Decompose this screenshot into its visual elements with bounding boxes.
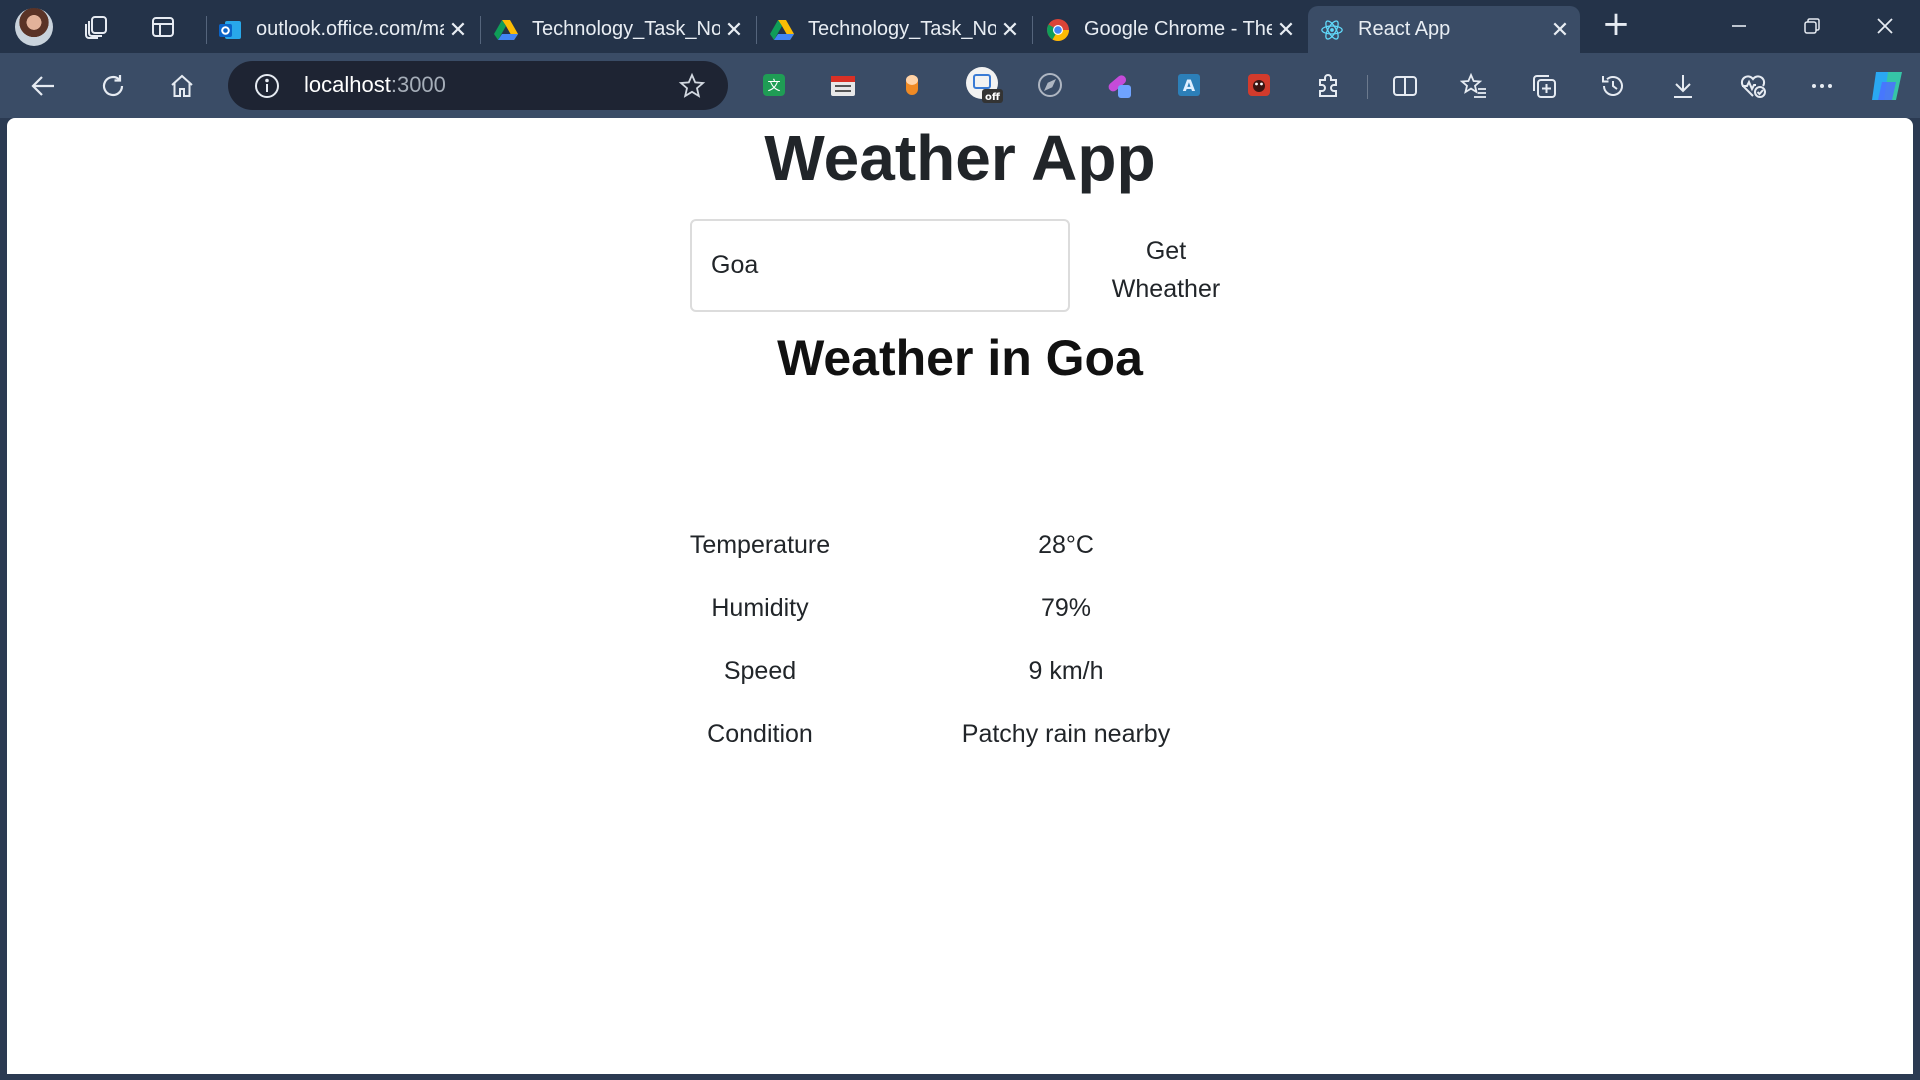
row-value: 28°C: [1038, 531, 1094, 559]
close-icon[interactable]: ✕: [720, 17, 748, 43]
tab-technology-task-1[interactable]: Technology_Task_No_1 ✕: [482, 6, 754, 53]
vertical-tabs-icon[interactable]: [148, 12, 178, 42]
svg-text:A: A: [1183, 76, 1196, 95]
tab-title: React App: [1358, 18, 1451, 40]
compass-extension-icon[interactable]: [1035, 70, 1065, 100]
close-icon[interactable]: ✕: [444, 17, 472, 43]
page-viewport: Weather App Get Wheather Weather in Goa …: [7, 118, 1913, 1074]
url-text: localhost:3000: [304, 72, 446, 98]
calendar-extension-icon[interactable]: [828, 70, 858, 100]
extensions-puzzle-icon[interactable]: [1313, 70, 1343, 100]
browser-toolbar: localhost:3000 文 off A: [0, 53, 1920, 118]
row-value: 9 km/h: [1028, 657, 1104, 685]
close-icon[interactable]: ✕: [996, 17, 1024, 43]
url-host: localhost: [304, 72, 391, 97]
bandage-extension-icon[interactable]: [1104, 70, 1134, 100]
tab-outlook[interactable]: outlook.office.com/mail ✕: [206, 6, 478, 53]
table-row: Speed 9 km/h: [677, 640, 1289, 703]
screenshot-extension-icon[interactable]: off: [964, 65, 1004, 105]
google-drive-icon: [494, 18, 518, 42]
tab-technology-task-2[interactable]: Technology_Task_No_2 ✕: [758, 6, 1030, 53]
row-label: Temperature: [689, 531, 831, 559]
url-port: :3000: [390, 72, 446, 97]
copilot-icon[interactable]: [1866, 64, 1910, 108]
row-label: Speed: [723, 657, 797, 685]
google-drive-icon: [770, 18, 794, 42]
new-tab-button[interactable]: +: [1600, 7, 1632, 42]
workspaces-icon[interactable]: [82, 12, 112, 42]
history-icon[interactable]: [1594, 67, 1632, 105]
tab-title: Technology_Task_No_1: [532, 18, 720, 40]
favorite-star-icon[interactable]: [678, 72, 706, 100]
split-screen-icon[interactable]: [1386, 67, 1424, 105]
city-input[interactable]: [690, 219, 1070, 312]
chrome-icon: [1046, 18, 1070, 42]
table-row: Temperature 28°C: [677, 514, 1289, 577]
bug-extension-icon[interactable]: [1244, 70, 1274, 100]
svg-text:文: 文: [767, 79, 780, 94]
info-icon[interactable]: [254, 73, 280, 99]
tab-separator: [756, 16, 757, 44]
off-badge: off: [985, 92, 1001, 103]
home-button[interactable]: [163, 67, 201, 105]
tab-separator: [480, 16, 481, 44]
tab-separator: [1032, 16, 1033, 44]
favorites-icon[interactable]: [1455, 67, 1493, 105]
toolbar-divider: [1367, 75, 1368, 99]
translate-extension-icon[interactable]: 文: [759, 70, 789, 100]
refresh-button[interactable]: [94, 67, 132, 105]
weather-heading: Weather in Goa: [777, 330, 1143, 386]
react-icon: [1320, 18, 1344, 42]
weather-table: Temperature 28°C Humidity 79% Speed 9 km…: [677, 514, 1289, 766]
browser-essentials-icon[interactable]: [1734, 67, 1772, 105]
font-extension-icon[interactable]: A: [1174, 70, 1204, 100]
app-title: Weather App: [764, 122, 1156, 194]
row-label: Condition: [707, 720, 813, 748]
minimize-button[interactable]: [1704, 4, 1774, 48]
tab-google-chrome[interactable]: Google Chrome - The Fast & Secure Web Br…: [1034, 6, 1306, 53]
close-icon[interactable]: ✕: [1546, 17, 1574, 43]
tab-react-app[interactable]: React App ✕: [1308, 6, 1580, 53]
row-value: 79%: [1040, 594, 1092, 622]
profile-avatar[interactable]: [15, 8, 53, 46]
tab-title: Google Chrome - The Fast & Secure Web Br…: [1084, 18, 1272, 40]
capsule-extension-icon[interactable]: [897, 70, 927, 100]
collections-icon[interactable]: [1525, 67, 1563, 105]
row-label: Humidity: [711, 594, 809, 622]
tab-title: outlook.office.com/mail: [256, 18, 444, 40]
outlook-icon: [218, 18, 242, 42]
table-row: Condition Patchy rain nearby: [677, 703, 1289, 766]
back-button[interactable]: [24, 67, 62, 105]
more-options-icon[interactable]: [1803, 67, 1841, 105]
restore-button[interactable]: [1777, 4, 1847, 48]
downloads-icon[interactable]: [1664, 67, 1702, 105]
get-weather-button[interactable]: Get Wheather: [1091, 228, 1241, 312]
close-window-button[interactable]: [1850, 4, 1920, 48]
close-icon[interactable]: ✕: [1272, 17, 1300, 43]
address-bar[interactable]: localhost:3000: [228, 61, 728, 110]
table-row: Humidity 79%: [677, 577, 1289, 640]
row-value: Patchy rain nearby: [961, 720, 1171, 748]
tab-strip: outlook.office.com/mail ✕ Technology_Tas…: [0, 0, 1920, 53]
tab-title: Technology_Task_No_2: [808, 18, 996, 40]
